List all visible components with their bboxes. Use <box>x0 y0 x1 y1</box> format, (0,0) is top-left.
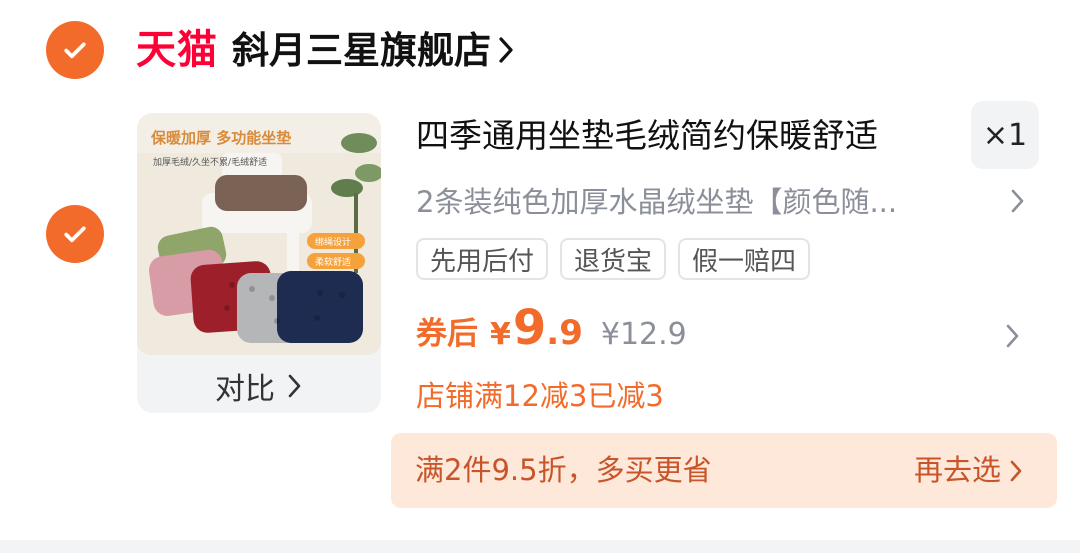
price-decimal: .9 <box>546 313 583 353</box>
promo-text: 满2件9.5折，多买更省 <box>415 453 712 487</box>
tag-return-insurance: 退货宝 <box>560 238 667 280</box>
product-thumbnail-card[interactable]: 保暖加厚 多功能坐垫 加厚毛绒/久坐不累/毛绒舒适 绑绳设计 柔软舒适 对比 <box>137 113 381 413</box>
product-image[interactable]: 保暖加厚 多功能坐垫 加厚毛绒/久坐不累/毛绒舒适 绑绳设计 柔软舒适 <box>137 113 381 355</box>
image-badge-1: 绑绳设计 <box>315 236 351 248</box>
chevron-right-icon <box>1010 460 1022 481</box>
promo-reselect-button[interactable]: 再去选 <box>914 433 1023 508</box>
price-label: 券后 <box>416 316 478 352</box>
image-headline: 保暖加厚 多功能坐垫 <box>150 129 291 147</box>
item-select-checkbox[interactable] <box>46 205 104 263</box>
promo-action-label: 再去选 <box>913 453 1001 487</box>
chevron-right-icon[interactable] <box>1010 188 1026 214</box>
price-row[interactable]: 券后 ¥ 9 .9 ¥12.9 <box>416 300 687 370</box>
shop-select-checkbox[interactable] <box>46 21 104 79</box>
shop-header[interactable]: 天猫 斜月三星旗舰店 <box>136 22 515 78</box>
discount-note: 店铺满12减3已减3 <box>416 379 664 413</box>
original-price: ¥12.9 <box>600 317 687 352</box>
promo-banner[interactable]: 满2件9.5折，多买更省 再去选 <box>391 433 1057 508</box>
service-tags: 先用后付 退货宝 假一赔四 <box>416 238 822 280</box>
price-integer: 9 <box>512 300 547 356</box>
chevron-right-icon <box>288 374 301 398</box>
chevron-right-icon[interactable] <box>497 35 515 65</box>
bottom-divider <box>0 540 1080 553</box>
shop-name[interactable]: 斜月三星旗舰店 <box>232 32 491 69</box>
image-subheadline: 加厚毛绒/久坐不累/毛绒舒适 <box>153 156 267 168</box>
price-currency: ¥ <box>490 317 511 352</box>
check-icon <box>64 42 86 59</box>
sku-selector[interactable]: 2条装纯色加厚水晶绒坐垫【颜色随... <box>416 182 996 222</box>
product-title[interactable]: 四季通用坐垫毛绒简约保暖舒适 <box>416 114 956 158</box>
tag-authenticity: 假一赔四 <box>678 238 811 280</box>
tag-pay-later: 先用后付 <box>416 238 549 280</box>
image-badge-2: 柔软舒适 <box>315 256 351 268</box>
compare-button[interactable]: 对比 <box>137 359 381 413</box>
check-icon <box>64 226 86 243</box>
quantity-button[interactable]: ×1 <box>971 101 1039 169</box>
tmall-logo: 天猫 <box>136 27 218 73</box>
chevron-right-icon[interactable] <box>1005 323 1021 349</box>
compare-label: 对比 <box>215 372 275 407</box>
